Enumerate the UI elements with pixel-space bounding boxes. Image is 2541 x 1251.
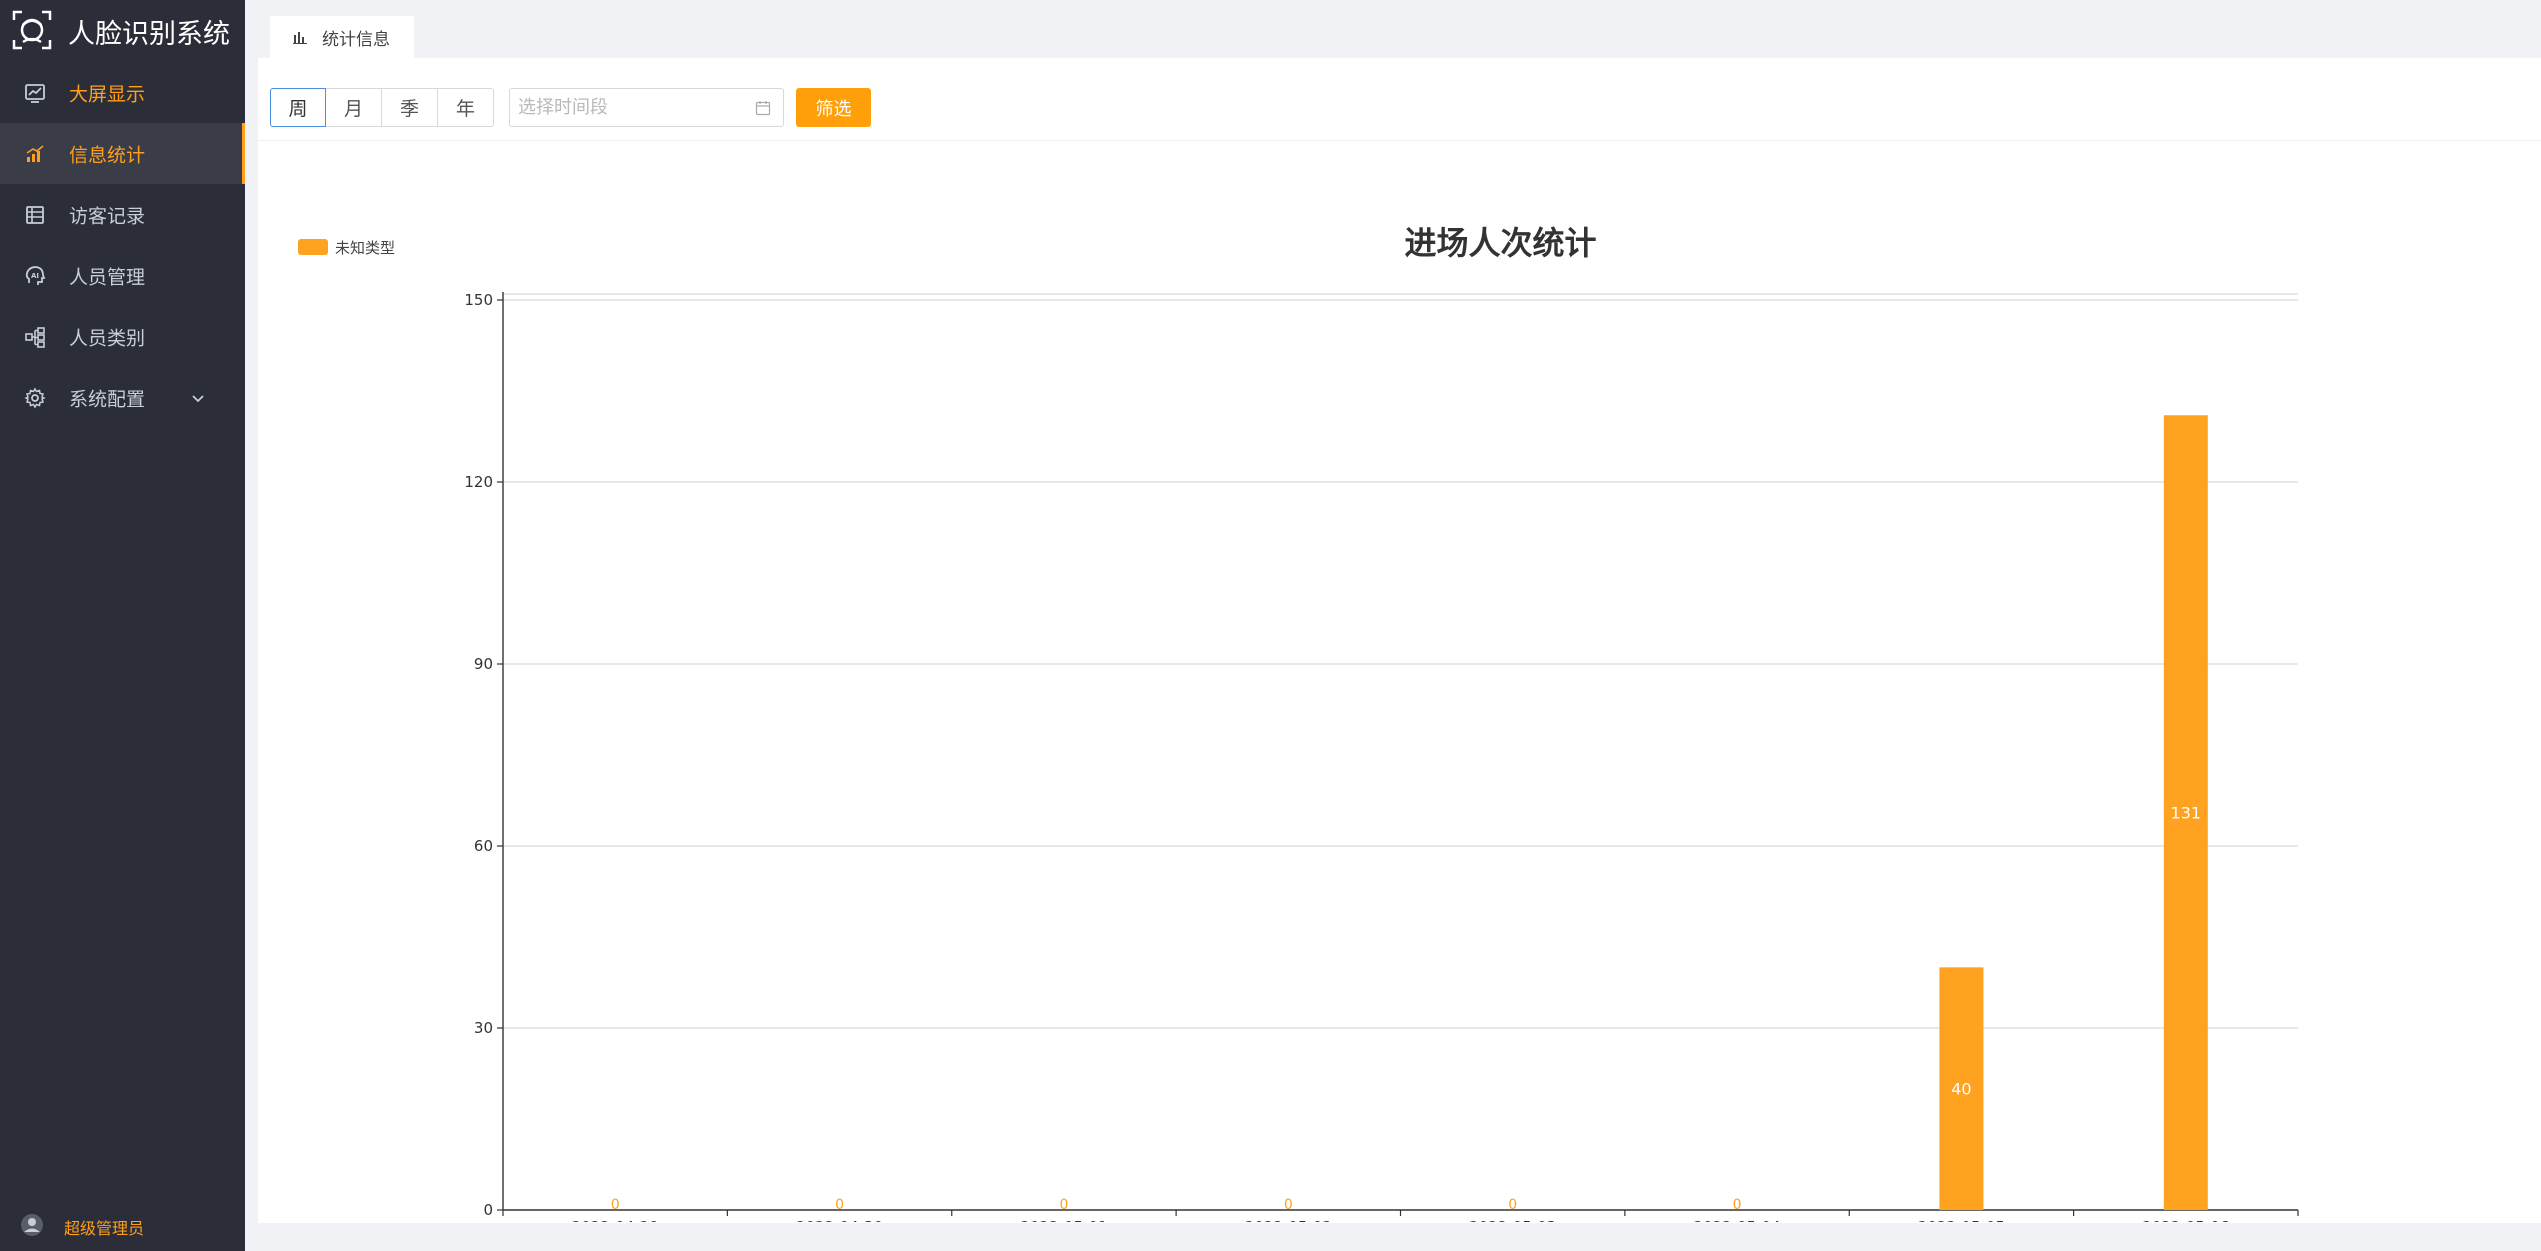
chart-title: 进场人次统计 bbox=[1404, 224, 1596, 262]
bar-value-label: 40 bbox=[1951, 1080, 1971, 1099]
tab-bar: 统计信息 bbox=[245, 0, 2541, 58]
sidebar-item-label: 信息统计 bbox=[69, 144, 146, 166]
sidebar-item-statistics[interactable]: 信息统计 bbox=[0, 123, 245, 184]
sidebar-item-personnel[interactable]: AI 人员管理 bbox=[0, 245, 245, 306]
period-quarter-button[interactable]: 季 bbox=[382, 88, 438, 127]
avatar-icon bbox=[21, 1214, 43, 1236]
period-month-button[interactable]: 月 bbox=[326, 88, 382, 127]
sidebar: 人脸识别系统 大屏显示 信息统计 访客记录 AI 人员管理 人员类别 系统配置 … bbox=[0, 0, 245, 1251]
gear-icon bbox=[24, 387, 46, 408]
sidebar-menu: 大屏显示 信息统计 访客记录 AI 人员管理 人员类别 系统配置 bbox=[0, 62, 245, 428]
bar-value-label: 0 bbox=[1733, 1197, 1742, 1213]
bar-chart: 进场人次统计 未知类型 0 30 60 90 120 150 2022-04-29 0 2022-0… bbox=[298, 224, 2299, 1236]
filter-button[interactable]: 筛选 bbox=[796, 88, 871, 127]
sidebar-item-category[interactable]: 人员类别 bbox=[0, 306, 245, 367]
face-logo-icon bbox=[12, 10, 52, 50]
legend-swatch bbox=[298, 239, 328, 255]
records-icon bbox=[26, 205, 44, 224]
y-tick-label: 30 bbox=[474, 1019, 493, 1037]
x-tick-label: 2022-04-29 bbox=[572, 1218, 659, 1222]
filter-bar: 周 月 季 年 筛选 bbox=[258, 58, 2541, 141]
sidebar-item-label: 系统配置 bbox=[69, 388, 146, 410]
bar-value-label: 0 bbox=[611, 1197, 620, 1213]
sidebar-item-label: 人员管理 bbox=[69, 266, 146, 288]
app-title: 人脸识别系统 bbox=[68, 19, 230, 50]
calendar-icon bbox=[755, 101, 771, 116]
bar-chart-icon bbox=[293, 32, 307, 44]
bar-value-label: 0 bbox=[1508, 1197, 1517, 1213]
bar-chart-icon bbox=[26, 144, 44, 162]
svg-text:AI: AI bbox=[31, 272, 39, 280]
sidebar-item-label: 人员类别 bbox=[69, 327, 146, 349]
y-tick-label: 120 bbox=[464, 473, 493, 491]
sidebar-item-visitor-records[interactable]: 访客记录 bbox=[0, 184, 245, 245]
x-tick-label: 2022-05-04 bbox=[1693, 1218, 1780, 1222]
main-panel: 周 月 季 年 筛选 进场人次统计 未知类型 0 30 60 90 120 150 2022-0… bbox=[258, 58, 2541, 1236]
x-tick-label: 2022-05-05 bbox=[1918, 1218, 2005, 1222]
date-range-picker[interactable] bbox=[509, 88, 784, 127]
chart-monitor-icon bbox=[25, 83, 45, 103]
y-tick-label: 90 bbox=[474, 655, 493, 673]
x-tick-label: 2022-05-02 bbox=[1245, 1218, 1332, 1222]
sidebar-item-label: 访客记录 bbox=[69, 205, 146, 227]
x-tick-label: 2022-05-06 bbox=[2142, 1218, 2229, 1222]
brand: 人脸识别系统 bbox=[0, 0, 245, 60]
date-range-input[interactable] bbox=[518, 95, 748, 120]
sidebar-item-label: 大屏显示 bbox=[69, 83, 146, 105]
bar-value-label: 0 bbox=[1284, 1197, 1293, 1213]
period-week-button[interactable]: 周 bbox=[270, 88, 326, 127]
x-tick-label: 2022-05-01 bbox=[1020, 1218, 1107, 1222]
y-tick-label: 0 bbox=[483, 1201, 493, 1219]
tab-statistics[interactable]: 统计信息 bbox=[270, 16, 414, 58]
sidebar-item-system-config[interactable]: 系统配置 bbox=[0, 367, 245, 428]
user-menu[interactable]: 超级管理员 bbox=[0, 1205, 245, 1245]
bar-value-label: 131 bbox=[2171, 804, 2202, 823]
bar-value-label: 0 bbox=[835, 1197, 844, 1213]
chart-container: 进场人次统计 未知类型 0 30 60 90 120 150 2022-04-29 0 2022-0… bbox=[258, 142, 2541, 1236]
user-name: 超级管理员 bbox=[64, 1219, 145, 1238]
y-tick-label: 60 bbox=[474, 837, 493, 855]
bar-value-label: 0 bbox=[1059, 1197, 1068, 1213]
y-tick-label: 150 bbox=[464, 291, 493, 309]
period-year-button[interactable]: 年 bbox=[438, 88, 494, 127]
face-ai-icon: AI bbox=[25, 265, 46, 285]
sidebar-item-dashboard[interactable]: 大屏显示 bbox=[0, 62, 245, 123]
tab-label: 统计信息 bbox=[322, 30, 390, 50]
category-icon bbox=[25, 326, 45, 348]
x-tick-label: 2022-05-03 bbox=[1469, 1218, 1556, 1222]
x-tick-label: 2022-04-30 bbox=[796, 1218, 883, 1222]
chevron-down-icon bbox=[192, 394, 204, 402]
legend-label: 未知类型 bbox=[335, 239, 395, 257]
